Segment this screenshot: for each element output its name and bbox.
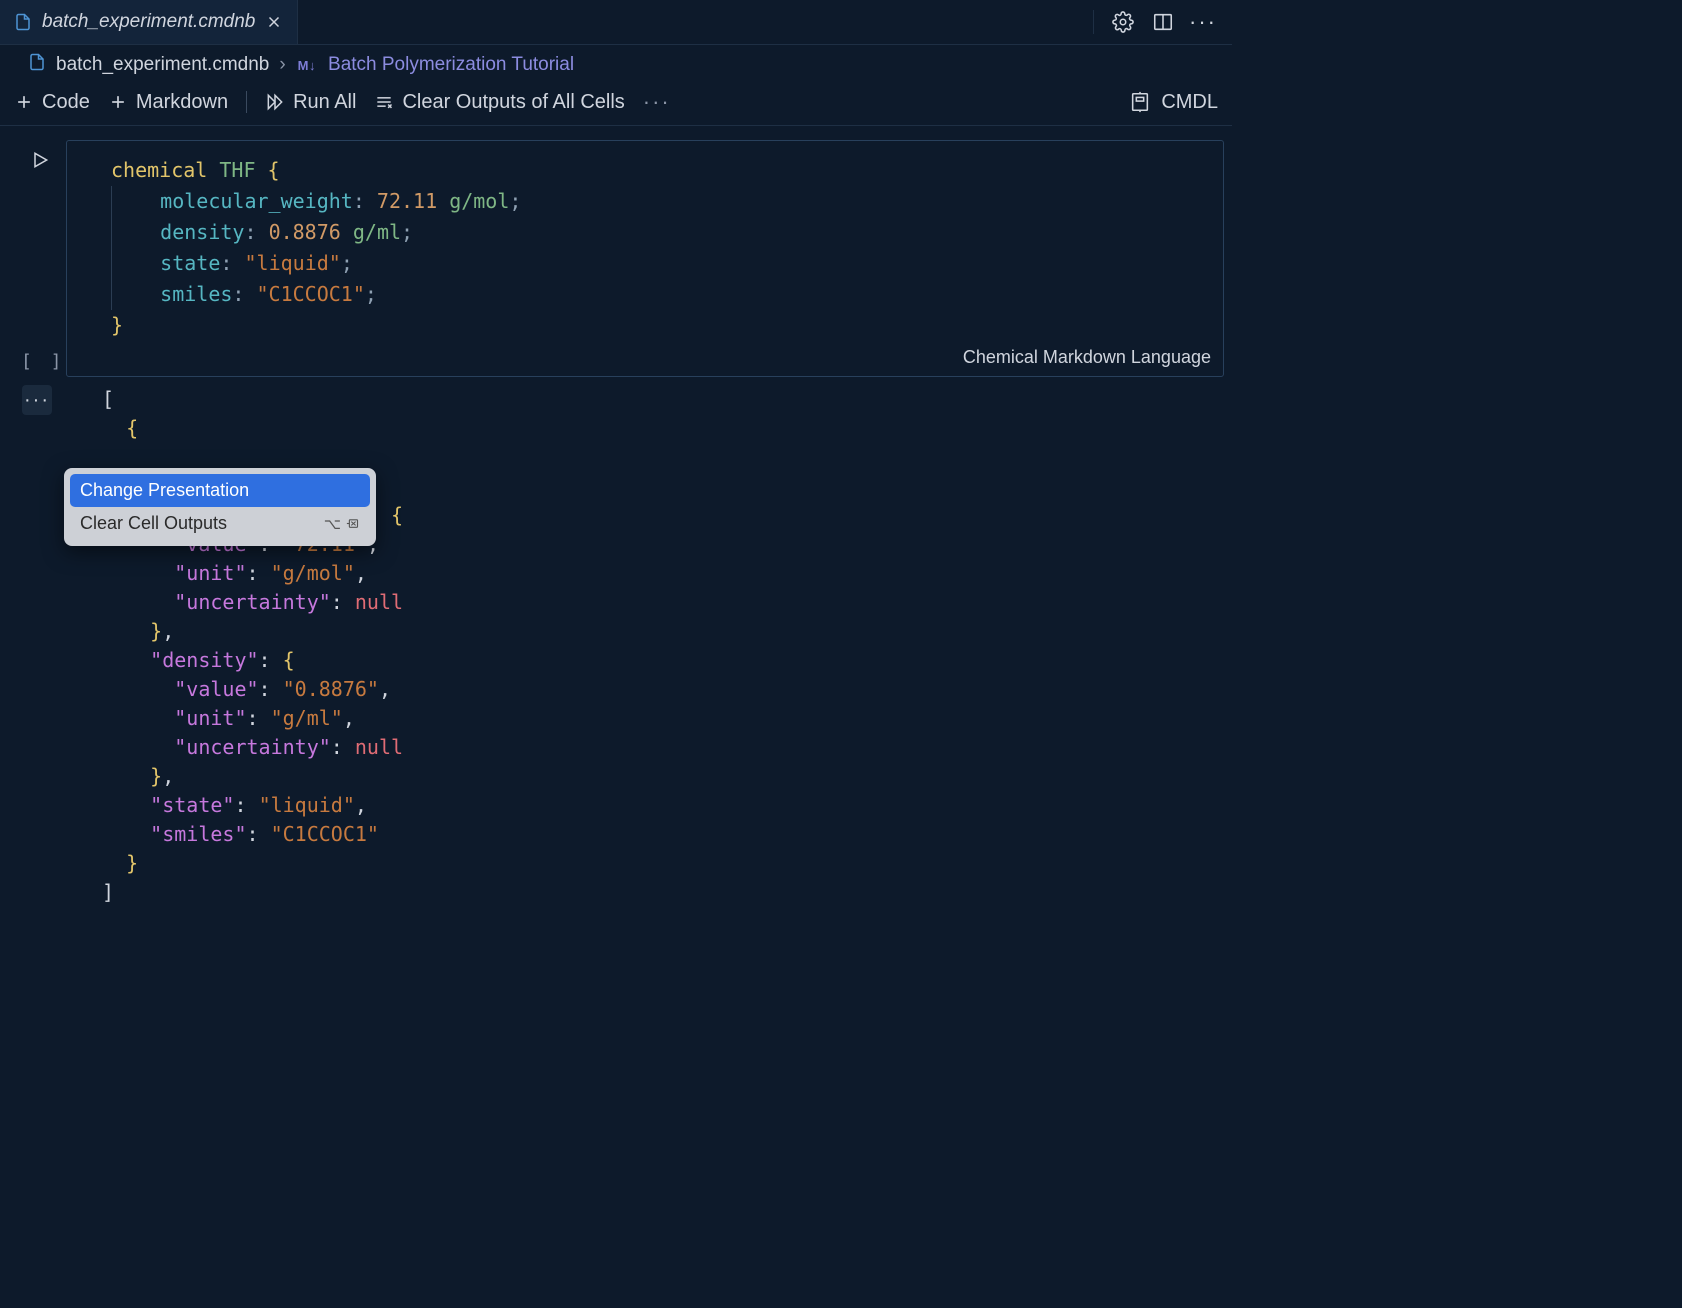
clear-outputs-label: Clear Outputs of All Cells [402, 91, 624, 114]
context-menu: Change Presentation Clear Cell Outputs ⌥ [64, 468, 376, 546]
markdown-badge-icon: M↓ [296, 58, 318, 73]
file-tab[interactable]: batch_experiment.cmdnb [0, 0, 298, 44]
add-code-button[interactable]: Code [14, 91, 90, 114]
gear-icon[interactable] [1112, 11, 1134, 33]
tab-filename: batch_experiment.cmdnb [42, 11, 255, 33]
run-all-label: Run All [293, 91, 356, 114]
add-code-label: Code [42, 91, 90, 114]
execution-indicator: [ ] [21, 351, 66, 372]
notebook-toolbar: Code Markdown Run All Clear Outputs of A… [0, 83, 1232, 126]
run-all-button[interactable]: Run All [265, 91, 356, 114]
breadcrumb: batch_experiment.cmdnb › M↓ Batch Polyme… [0, 45, 1232, 83]
output-more-icon[interactable]: ··· [22, 385, 52, 415]
code-cell[interactable]: [ ] chemical THF { molecular_weight: 72.… [66, 140, 1224, 377]
toolbar-more-icon[interactable]: ··· [643, 89, 671, 115]
add-markdown-label: Markdown [136, 91, 228, 114]
menu-item-shortcut: ⌥ [324, 515, 360, 533]
kernel-label: CMDL [1161, 91, 1218, 114]
clear-outputs-button[interactable]: Clear Outputs of All Cells [374, 91, 624, 114]
breadcrumb-symbol[interactable]: Batch Polymerization Tutorial [328, 54, 574, 76]
tab-bar: batch_experiment.cmdnb ··· [0, 0, 1232, 45]
kernel-picker[interactable]: CMDL [1129, 91, 1218, 114]
more-actions-icon[interactable]: ··· [1192, 11, 1214, 33]
menu-item-label: Clear Cell Outputs [80, 513, 227, 534]
cell-output: ··· [ { , "molecular_weight": { "value":… [66, 385, 1224, 915]
add-markdown-button[interactable]: Markdown [108, 91, 228, 114]
close-tab-icon[interactable] [265, 13, 283, 31]
menu-item-label: Change Presentation [80, 480, 249, 501]
run-cell-icon[interactable] [27, 147, 53, 173]
tab-actions: ··· [1093, 0, 1232, 44]
menu-item-clear-cell-outputs[interactable]: Clear Cell Outputs ⌥ [70, 507, 370, 540]
menu-item-change-presentation[interactable]: Change Presentation [70, 474, 370, 507]
breadcrumb-file[interactable]: batch_experiment.cmdnb [56, 54, 269, 76]
output-content: [ { , "molecular_weight": { "value": "72… [66, 385, 1224, 915]
code-editor[interactable]: chemical THF { molecular_weight: 72.11 g… [67, 141, 1223, 343]
notebook-file-icon [28, 53, 46, 77]
cell-language-label[interactable]: Chemical Markdown Language [67, 343, 1223, 376]
split-editor-icon[interactable] [1152, 11, 1174, 33]
breadcrumb-separator: › [279, 54, 285, 76]
notebook-file-icon [14, 13, 32, 31]
